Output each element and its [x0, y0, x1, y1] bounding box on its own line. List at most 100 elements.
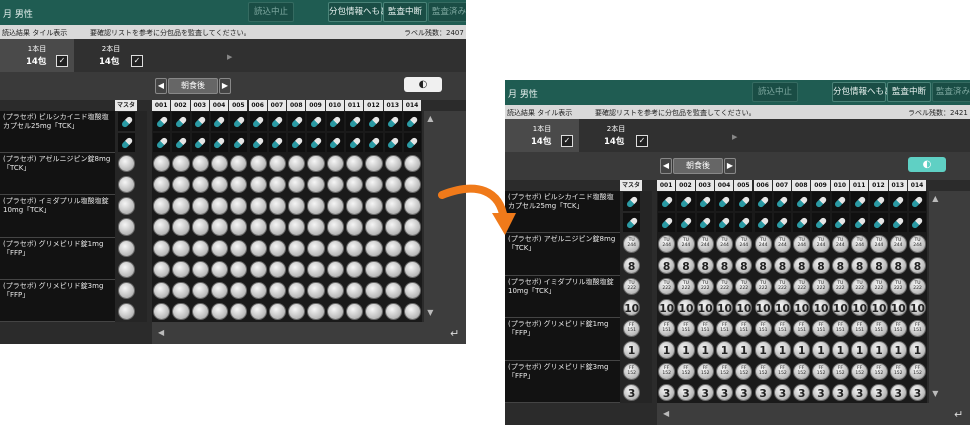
- packet-tablet-image[interactable]: FF 151: [677, 320, 695, 338]
- drug-name-3[interactable]: (プラセボ) グリメピリド錠1mg「FFP」: [0, 237, 115, 280]
- roll-tab-check-icon[interactable]: ✓: [131, 55, 143, 67]
- packet-tablet-image[interactable]: [153, 239, 171, 257]
- packet-capsule-image[interactable]: [346, 133, 364, 153]
- packet-tablet-image[interactable]: TU 244: [831, 235, 849, 253]
- packet-tablet-image[interactable]: TU 244: [735, 235, 753, 253]
- packet-tablet-image[interactable]: [365, 197, 383, 215]
- packet-tablet-image[interactable]: TU 244: [889, 235, 907, 253]
- packet-capsule-image[interactable]: [384, 112, 402, 132]
- packet-tablet-image[interactable]: [403, 197, 422, 215]
- packet-tablet-image[interactable]: [346, 197, 364, 215]
- prev-timing-button[interactable]: ◀: [155, 78, 167, 94]
- packet-capsule-image[interactable]: [307, 133, 325, 153]
- packet-capsule-image[interactable]: [153, 133, 171, 153]
- header-button-2[interactable]: 監査中断: [887, 82, 931, 102]
- prev-timing-button[interactable]: ◀: [660, 158, 672, 174]
- packet-tablet-image[interactable]: [365, 260, 383, 278]
- packet-tablet-image[interactable]: 8: [889, 256, 907, 274]
- packet-tablet-image[interactable]: TU 244: [851, 235, 869, 253]
- packet-tablet-image[interactable]: [191, 239, 209, 257]
- packet-capsule-image[interactable]: [908, 192, 927, 212]
- packet-tablet-image[interactable]: [326, 260, 344, 278]
- roll-tab-check-icon[interactable]: ✓: [561, 135, 573, 147]
- packet-capsule-image[interactable]: [812, 192, 830, 212]
- packet-capsule-image[interactable]: [191, 133, 209, 153]
- packet-capsule-image[interactable]: [715, 192, 734, 212]
- packet-tablet-image[interactable]: TU 244: [658, 235, 676, 253]
- drug-name-4[interactable]: (プラセボ) グリメピリド錠3mg「FFP」: [0, 279, 115, 322]
- packet-capsule-image[interactable]: [754, 213, 772, 233]
- packet-tablet-image[interactable]: [384, 302, 402, 321]
- packet-tablet-image[interactable]: [307, 281, 325, 299]
- packet-tablet-image[interactable]: TU 222: [831, 277, 849, 296]
- packet-tablet-image[interactable]: 1: [696, 341, 714, 359]
- packet-tablet-image[interactable]: 1: [889, 341, 907, 359]
- packet-capsule-image[interactable]: [365, 133, 383, 153]
- packet-tablet-image[interactable]: 1: [908, 341, 927, 359]
- timing-label[interactable]: 朝食後: [673, 158, 723, 174]
- packet-capsule-image[interactable]: [793, 213, 811, 233]
- packet-tablet-image[interactable]: [288, 218, 306, 236]
- packet-tablet-image[interactable]: 1: [812, 341, 830, 359]
- packet-tablet-image[interactable]: FF 151: [812, 320, 830, 338]
- packet-tablet-image[interactable]: TU 244: [812, 235, 830, 253]
- packet-tablet-image[interactable]: 3: [870, 383, 888, 402]
- roll-tab-check-icon[interactable]: ✓: [636, 135, 648, 147]
- packet-tablet-image[interactable]: [172, 281, 190, 299]
- packet-tablet-image[interactable]: [384, 281, 402, 299]
- packet-tablet-image[interactable]: [172, 239, 190, 257]
- packet-capsule-image[interactable]: [307, 112, 325, 132]
- packet-tablet-image[interactable]: [268, 281, 287, 299]
- packet-capsule-image[interactable]: [889, 192, 907, 212]
- packet-tablet-image[interactable]: 3: [889, 383, 907, 402]
- scroll-left-icon[interactable]: ◀: [663, 409, 669, 418]
- packet-tablet-image[interactable]: TU 244: [696, 235, 714, 253]
- packet-capsule-image[interactable]: [677, 213, 695, 233]
- packet-tablet-image[interactable]: [153, 260, 171, 278]
- roll-tab-check-icon[interactable]: ✓: [56, 55, 68, 67]
- packet-capsule-image[interactable]: [249, 133, 267, 153]
- packet-tablet-image[interactable]: 3: [696, 383, 714, 402]
- packet-tablet-image[interactable]: TU 244: [793, 235, 811, 253]
- packet-tablet-image[interactable]: [307, 260, 325, 278]
- packet-tablet-image[interactable]: 1: [831, 341, 849, 359]
- packet-tablet-image[interactable]: 10: [677, 298, 695, 317]
- packet-tablet-image[interactable]: [268, 260, 287, 278]
- header-button-0[interactable]: 読込中止: [752, 82, 798, 102]
- packet-tablet-image[interactable]: [288, 197, 306, 215]
- packet-capsule-image[interactable]: [403, 112, 422, 132]
- packet-tablet-image[interactable]: [210, 239, 229, 257]
- packet-capsule-image[interactable]: [172, 112, 190, 132]
- packet-tablet-image[interactable]: 1: [793, 341, 811, 359]
- packet-capsule-image[interactable]: [365, 112, 383, 132]
- packet-tablet-image[interactable]: [249, 197, 267, 215]
- packet-tablet-image[interactable]: 10: [870, 298, 888, 317]
- packet-tablet-image[interactable]: FF 152: [889, 362, 907, 380]
- header-button-1[interactable]: 分包情報へもどる: [328, 2, 397, 22]
- packet-tablet-image[interactable]: TU 222: [696, 277, 714, 296]
- packet-tablet-image[interactable]: 3: [715, 383, 734, 402]
- next-timing-button[interactable]: ▶: [219, 78, 231, 94]
- packet-tablet-image[interactable]: [172, 155, 190, 173]
- packet-tablet-image[interactable]: [191, 281, 209, 299]
- packet-tablet-image[interactable]: [326, 302, 344, 321]
- packet-tablet-image[interactable]: FF 152: [677, 362, 695, 380]
- scroll-down-icon[interactable]: ▼: [932, 389, 938, 398]
- packet-tablet-image[interactable]: 8: [831, 256, 849, 274]
- scroll-down-icon[interactable]: ▼: [427, 308, 433, 317]
- packet-tablet-image[interactable]: [307, 239, 325, 257]
- packet-tablet-image[interactable]: [172, 302, 190, 321]
- packet-tablet-image[interactable]: [307, 197, 325, 215]
- tabs-next-icon[interactable]: ▶: [227, 53, 232, 61]
- drug-name-3[interactable]: (プラセボ) グリメピリド錠1mg「FFP」: [505, 318, 620, 361]
- packet-tablet-image[interactable]: [403, 260, 422, 278]
- scroll-left-icon[interactable]: ◀: [158, 328, 164, 337]
- horizontal-scrollbar[interactable]: ◀ ↵: [152, 322, 466, 344]
- packet-capsule-image[interactable]: [735, 213, 753, 233]
- packet-tablet-image[interactable]: TU 222: [715, 277, 734, 296]
- horizontal-scrollbar[interactable]: ◀ ↵: [657, 403, 970, 425]
- packet-tablet-image[interactable]: [191, 197, 209, 215]
- packet-capsule-image[interactable]: [735, 192, 753, 212]
- packet-tablet-image[interactable]: 8: [754, 256, 772, 274]
- packet-tablet-image[interactable]: [365, 218, 383, 236]
